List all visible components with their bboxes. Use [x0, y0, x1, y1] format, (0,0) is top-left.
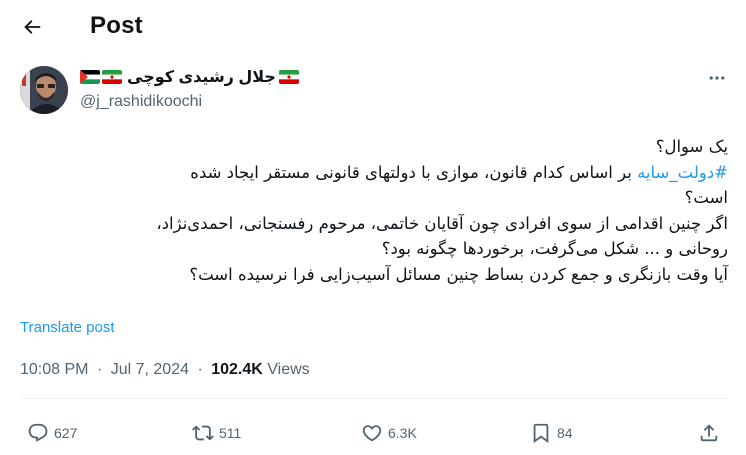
share-icon — [700, 424, 718, 442]
heart-icon — [362, 425, 382, 442]
more-options-button[interactable] — [700, 64, 734, 92]
back-button[interactable] — [14, 9, 50, 45]
like-button[interactable]: 6.3K — [361, 422, 417, 444]
reply-button[interactable]: 627 — [27, 422, 77, 444]
post-text-line: روحانی و ... شکل می‌گرفت، برخوردها چگونه… — [381, 239, 728, 258]
post-text-line: #دولت_سایه بر اساس کدام قانون، موازی با … — [20, 160, 728, 186]
post-date[interactable]: Jul 7, 2024 — [111, 361, 189, 378]
bookmark-icon — [533, 423, 549, 444]
meta-separator: · — [197, 361, 203, 378]
iran-flag-icon — [278, 70, 299, 84]
post-text: یک سوال؟ #دولت_سایه بر اساس کدام قانون، … — [20, 134, 728, 287]
post-text-line: یک سوال؟ — [655, 137, 728, 156]
post-header: Post — [0, 0, 746, 54]
arrow-left-icon — [24, 20, 41, 34]
divider — [20, 398, 728, 399]
meta-separator: · — [96, 361, 103, 378]
post-text-line: است؟ — [684, 188, 728, 207]
translate-post-link[interactable]: Translate post — [20, 319, 115, 336]
share-button[interactable] — [698, 422, 720, 444]
author-display-name[interactable]: جلال رشیدی کوچی — [127, 67, 276, 87]
hashtag-link[interactable]: #دولت_سایه — [637, 163, 728, 182]
page-title: Post — [90, 12, 143, 39]
palestine-flag-icon — [80, 70, 100, 84]
avatar-image — [20, 66, 68, 114]
name-row: جلال رشیدی کوچی — [80, 67, 301, 87]
avatar[interactable] — [20, 66, 68, 114]
post-text-line: اگر چنین اقدامی از سوی افرادی چون آقایان… — [156, 213, 728, 233]
repost-button[interactable]: 511 — [192, 422, 241, 444]
repost-count: 511 — [219, 425, 242, 441]
bookmark-button[interactable]: 84 — [530, 422, 573, 444]
post-text-segment: بر اساس کدام قانون، موازی با دولتهای قان… — [190, 162, 638, 182]
action-bar: 627 511 6.3K 84 — [0, 412, 746, 455]
author-block: جلال رشیدی کوچی @j_rashidikoochi — [80, 67, 301, 111]
reply-count: 627 — [54, 425, 78, 441]
post-meta: 10:08 PM · Jul 7, 2024 · 102.4K Views — [20, 361, 310, 379]
iran-flag-icon — [102, 70, 122, 84]
like-count: 6.3K — [388, 425, 417, 441]
post-time[interactable]: 10:08 PM — [20, 361, 88, 378]
more-horizontal-icon — [709, 76, 725, 80]
bookmark-count: 84 — [557, 425, 573, 441]
repost-icon — [192, 425, 214, 441]
reply-icon — [28, 423, 48, 442]
post-text-line: آیا وقت بازنگری و جمع کردن بساط چنین مسا… — [189, 264, 728, 284]
views-count[interactable]: 102.4K — [211, 361, 263, 378]
author-handle[interactable]: @j_rashidikoochi — [80, 93, 301, 111]
views-label: Views — [267, 361, 310, 378]
